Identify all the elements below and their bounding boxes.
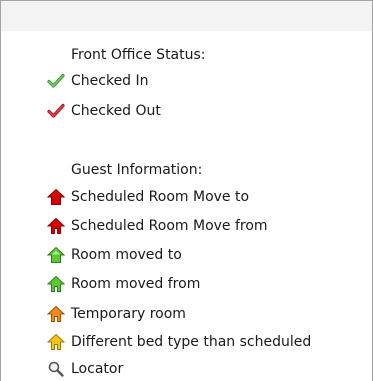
green-check-icon — [47, 72, 65, 90]
orange-house-icon — [47, 305, 65, 323]
legend-panel: Front Office Status: Checked In Checked … — [0, 31, 373, 381]
legend-item-room-moved-from: Room moved from — [47, 273, 200, 295]
legend-item-label: Checked In — [71, 73, 149, 89]
red-house-outline-icon — [47, 217, 65, 235]
legend-item-label: Different bed type than scheduled — [71, 334, 312, 350]
legend-item-checked-out: Checked Out — [47, 100, 161, 122]
legend-item-label: Room moved to — [71, 247, 182, 263]
legend-item-scheduled-move-to: Scheduled Room Move to — [47, 186, 249, 208]
header-bar — [0, 0, 373, 32]
legend-item-checked-in: Checked In — [47, 70, 149, 92]
legend-item-scheduled-move-from: Scheduled Room Move from — [47, 215, 268, 237]
legend-item-label: Checked Out — [71, 103, 161, 119]
green-house-outline-icon — [47, 275, 65, 293]
red-check-icon — [47, 102, 65, 120]
guest-information-heading: Guest Information: — [71, 162, 203, 178]
legend-item-room-moved-to: Room moved to — [47, 244, 182, 266]
legend-item-locator: Locator — [47, 358, 123, 380]
legend-item-label: Scheduled Room Move to — [71, 189, 250, 205]
legend-item-different-bed-type: Different bed type than scheduled — [47, 331, 311, 353]
legend-item-label: Locator — [71, 361, 124, 377]
legend-window: Front Office Status: Checked In Checked … — [0, 0, 373, 381]
green-house-solid-icon — [47, 246, 65, 264]
red-house-solid-icon — [47, 188, 65, 206]
legend-item-label: Scheduled Room Move from — [71, 218, 268, 234]
magnifier-icon — [47, 360, 65, 378]
front-office-status-heading: Front Office Status: — [71, 47, 206, 63]
yellow-house-icon — [47, 333, 65, 351]
legend-item-label: Room moved from — [71, 276, 201, 292]
legend-item-temporary-room: Temporary room — [47, 303, 186, 325]
legend-item-label: Temporary room — [71, 306, 186, 322]
